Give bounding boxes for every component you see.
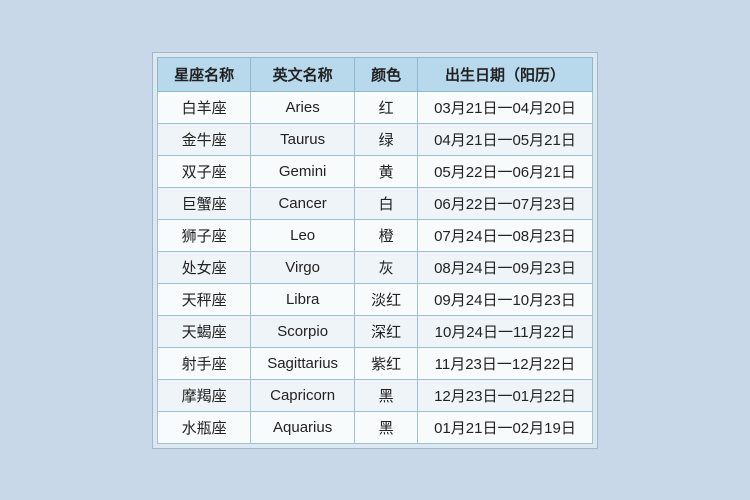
cell-dates: 12月23日一01月22日 <box>418 379 593 411</box>
cell-color: 黄 <box>355 155 418 187</box>
cell-dates: 09月24日一10月23日 <box>418 283 593 315</box>
cell-chinese: 巨蟹座 <box>158 187 251 219</box>
cell-dates: 01月21日一02月19日 <box>418 411 593 443</box>
cell-english: Cancer <box>251 187 355 219</box>
cell-chinese: 水瓶座 <box>158 411 251 443</box>
cell-dates: 07月24日一08月23日 <box>418 219 593 251</box>
cell-chinese: 射手座 <box>158 347 251 379</box>
cell-dates: 03月21日一04月20日 <box>418 91 593 123</box>
cell-chinese: 天秤座 <box>158 283 251 315</box>
cell-english: Capricorn <box>251 379 355 411</box>
col-header-color: 颜色 <box>355 57 418 91</box>
zodiac-table: 星座名称 英文名称 颜色 出生日期（阳历） 白羊座Aries红03月21日一04… <box>157 57 593 444</box>
cell-color: 黑 <box>355 379 418 411</box>
cell-chinese: 金牛座 <box>158 123 251 155</box>
table-row: 水瓶座Aquarius黑01月21日一02月19日 <box>158 411 593 443</box>
table-row: 金牛座Taurus绿04月21日一05月21日 <box>158 123 593 155</box>
cell-english: Scorpio <box>251 315 355 347</box>
table-row: 巨蟹座Cancer白06月22日一07月23日 <box>158 187 593 219</box>
cell-english: Taurus <box>251 123 355 155</box>
cell-color: 黑 <box>355 411 418 443</box>
col-header-dates: 出生日期（阳历） <box>418 57 593 91</box>
cell-color: 橙 <box>355 219 418 251</box>
cell-dates: 08月24日一09月23日 <box>418 251 593 283</box>
table-row: 摩羯座Capricorn黑12月23日一01月22日 <box>158 379 593 411</box>
cell-english: Virgo <box>251 251 355 283</box>
table-row: 天秤座Libra淡红09月24日一10月23日 <box>158 283 593 315</box>
cell-color: 淡红 <box>355 283 418 315</box>
cell-dates: 11月23日一12月22日 <box>418 347 593 379</box>
cell-color: 绿 <box>355 123 418 155</box>
table-row: 天蝎座Scorpio深红10月24日一11月22日 <box>158 315 593 347</box>
cell-chinese: 处女座 <box>158 251 251 283</box>
cell-english: Sagittarius <box>251 347 355 379</box>
table-row: 双子座Gemini黄05月22日一06月21日 <box>158 155 593 187</box>
cell-color: 紫红 <box>355 347 418 379</box>
cell-chinese: 天蝎座 <box>158 315 251 347</box>
cell-english: Aries <box>251 91 355 123</box>
cell-chinese: 狮子座 <box>158 219 251 251</box>
col-header-chinese: 星座名称 <box>158 57 251 91</box>
table-row: 白羊座Aries红03月21日一04月20日 <box>158 91 593 123</box>
zodiac-table-container: 星座名称 英文名称 颜色 出生日期（阳历） 白羊座Aries红03月21日一04… <box>152 52 598 449</box>
cell-dates: 10月24日一11月22日 <box>418 315 593 347</box>
cell-chinese: 双子座 <box>158 155 251 187</box>
cell-dates: 06月22日一07月23日 <box>418 187 593 219</box>
table-header-row: 星座名称 英文名称 颜色 出生日期（阳历） <box>158 57 593 91</box>
table-row: 射手座Sagittarius紫红11月23日一12月22日 <box>158 347 593 379</box>
cell-color: 深红 <box>355 315 418 347</box>
col-header-english: 英文名称 <box>251 57 355 91</box>
cell-color: 灰 <box>355 251 418 283</box>
cell-english: Gemini <box>251 155 355 187</box>
table-body: 白羊座Aries红03月21日一04月20日金牛座Taurus绿04月21日一0… <box>158 91 593 443</box>
cell-english: Libra <box>251 283 355 315</box>
table-row: 处女座Virgo灰08月24日一09月23日 <box>158 251 593 283</box>
cell-english: Aquarius <box>251 411 355 443</box>
cell-chinese: 摩羯座 <box>158 379 251 411</box>
cell-dates: 05月22日一06月21日 <box>418 155 593 187</box>
cell-chinese: 白羊座 <box>158 91 251 123</box>
cell-dates: 04月21日一05月21日 <box>418 123 593 155</box>
cell-color: 白 <box>355 187 418 219</box>
cell-english: Leo <box>251 219 355 251</box>
cell-color: 红 <box>355 91 418 123</box>
table-row: 狮子座Leo橙07月24日一08月23日 <box>158 219 593 251</box>
